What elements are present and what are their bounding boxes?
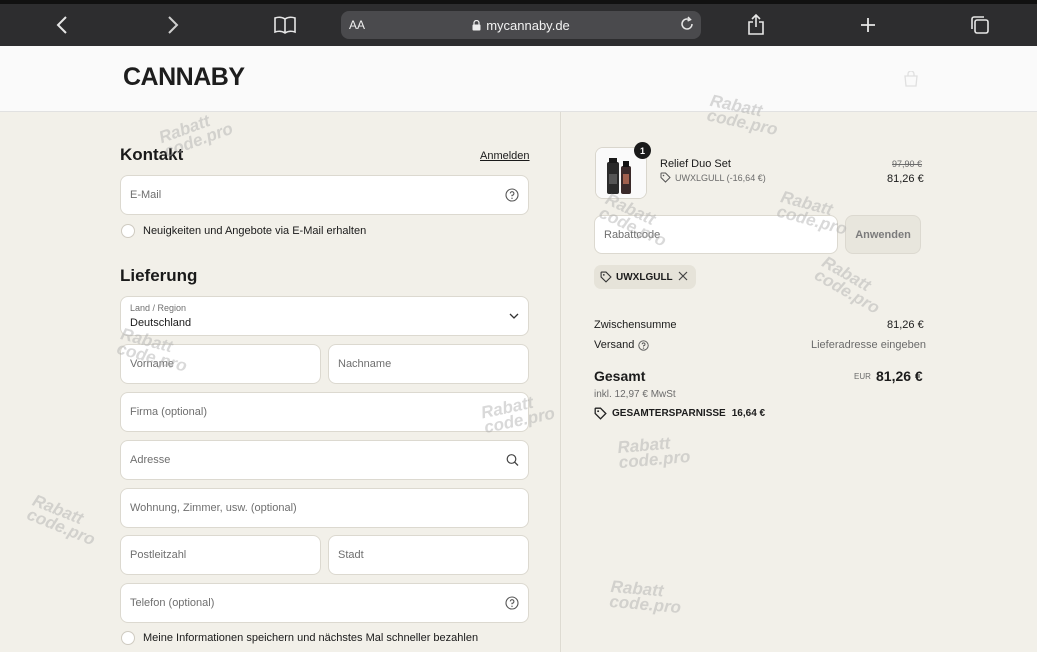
chevron-down-icon <box>509 312 519 320</box>
delivery-heading: Lieferung <box>120 266 198 285</box>
currency-code: EUR <box>854 372 871 381</box>
site-header: CANNABY <box>0 46 1037 112</box>
address-placeholder: Adresse <box>130 454 171 466</box>
total-value: 81,26 € <box>876 368 923 384</box>
newsletter-checkbox-row[interactable]: Neuigkeiten und Angebote via E-Mail erha… <box>121 224 366 238</box>
help-icon[interactable] <box>638 339 650 351</box>
tabs-overview-icon[interactable] <box>967 12 993 38</box>
phone-field[interactable]: Telefon (optional) <box>120 583 529 623</box>
product-name: Relief Duo Set <box>660 158 731 170</box>
product-discount-text: UWXLGULL (-16,64 €) <box>675 172 766 183</box>
shopping-bag-icon[interactable] <box>903 70 919 92</box>
login-link[interactable]: Anmelden <box>480 150 530 162</box>
save-info-checkbox[interactable] <box>121 631 135 645</box>
postal-code-placeholder: Postleitzahl <box>130 549 187 561</box>
postal-code-field[interactable]: Postleitzahl <box>120 535 321 575</box>
item-price: 81,26 € <box>887 173 924 185</box>
applied-code: UWXLGULL <box>616 271 673 283</box>
shipping-row: Versand <box>594 339 650 351</box>
contact-heading: Kontakt <box>120 145 184 164</box>
new-tab-icon[interactable] <box>855 12 881 38</box>
save-info-label: Meine Informationen speichern und nächst… <box>143 632 479 644</box>
tax-note: inkl. 12,97 € MwSt <box>594 389 676 400</box>
last-name-field[interactable]: Nachname <box>328 344 529 384</box>
subtotal-value: 81,26 € <box>887 319 924 331</box>
save-info-checkbox-row[interactable]: Meine Informationen speichern und nächst… <box>121 631 478 645</box>
company-field[interactable]: Firma (optional) <box>120 392 529 432</box>
shipping-value: Lieferadresse eingeben <box>811 339 926 351</box>
reload-icon[interactable] <box>679 16 695 37</box>
country-select[interactable]: Land / Region Deutschland <box>120 296 529 336</box>
bookmarks-icon[interactable] <box>272 12 298 38</box>
product-discount: UWXLGULL (-16,64 €) <box>660 172 766 183</box>
city-field[interactable]: Stadt <box>328 535 529 575</box>
savings-label: GESAMTERSPARNISSE <box>612 408 726 419</box>
newsletter-checkbox[interactable] <box>121 224 135 238</box>
quantity-badge: 1 <box>634 142 651 159</box>
savings-value: 16,64 € <box>731 408 766 419</box>
browser-toolbar: AA mycannaby.de <box>0 0 1037 46</box>
url-text: mycannaby.de <box>486 18 570 33</box>
first-name-placeholder: Vorname <box>130 358 175 370</box>
total-savings-row: GESAMTERSPARNISSE 16,64 € <box>594 407 765 420</box>
cannaby-logo[interactable]: CANNABY <box>123 63 245 92</box>
lock-icon <box>472 19 481 34</box>
phone-placeholder: Telefon (optional) <box>130 597 215 609</box>
shipping-label: Versand <box>594 339 635 351</box>
help-icon[interactable] <box>505 596 519 610</box>
email-placeholder: E-Mail <box>130 189 162 201</box>
tag-icon <box>660 172 671 183</box>
total-label: Gesamt <box>594 368 646 384</box>
apply-discount-button[interactable]: Anwenden <box>845 215 921 254</box>
tag-icon <box>600 271 612 283</box>
country-label: Land / Region <box>130 303 187 313</box>
tag-icon <box>594 407 607 420</box>
applied-discount-chip: UWXLGULL <box>594 265 696 289</box>
help-icon[interactable] <box>505 188 519 202</box>
address-bar[interactable]: AA mycannaby.de <box>341 11 701 39</box>
back-icon[interactable] <box>49 12 75 38</box>
address-field[interactable]: Adresse <box>120 440 529 480</box>
newsletter-label: Neuigkeiten und Angebote via E-Mail erha… <box>143 225 367 237</box>
search-icon <box>506 454 519 467</box>
discount-code-input[interactable]: Rabattcode <box>594 215 838 254</box>
share-icon[interactable] <box>743 12 769 38</box>
last-name-placeholder: Nachname <box>338 358 392 370</box>
discount-code-placeholder: Rabattcode <box>604 228 661 241</box>
apartment-field[interactable]: Wohnung, Zimmer, usw. (optional) <box>120 488 529 528</box>
city-placeholder: Stadt <box>338 549 364 561</box>
forward-icon[interactable] <box>160 12 186 38</box>
original-price: 97,90 € <box>892 159 923 169</box>
first-name-field[interactable]: Vorname <box>120 344 321 384</box>
company-placeholder: Firma (optional) <box>130 406 208 418</box>
remove-code-icon[interactable] <box>677 270 689 285</box>
subtotal-label: Zwischensumme <box>594 319 677 331</box>
email-field[interactable]: E-Mail <box>120 175 529 215</box>
country-value: Deutschland <box>130 317 192 329</box>
apartment-placeholder: Wohnung, Zimmer, usw. (optional) <box>130 502 297 514</box>
